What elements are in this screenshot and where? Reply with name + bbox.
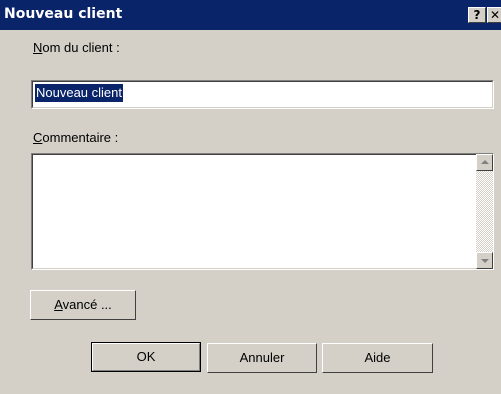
comment-label: Commentaire : — [33, 130, 119, 145]
cancel-button[interactable]: Annuler — [207, 343, 317, 373]
advanced-button[interactable]: Avancé ... — [30, 290, 136, 320]
close-title-button[interactable]: ✕ — [487, 7, 501, 23]
name-input-value: Nouveau client — [35, 84, 123, 102]
close-icon: ✕ — [489, 8, 501, 22]
window-title: Nouveau client — [4, 6, 123, 22]
scroll-down-arrow-icon — [481, 259, 489, 263]
comment-textarea[interactable] — [31, 153, 494, 270]
help-title-button[interactable]: ? — [468, 7, 486, 23]
name-input[interactable]: Nouveau client — [31, 80, 494, 109]
comment-scrollbar[interactable] — [476, 154, 493, 269]
help-button[interactable]: Aide — [322, 343, 433, 373]
ok-button[interactable]: OK — [91, 342, 201, 372]
scroll-up-button[interactable] — [476, 154, 493, 171]
name-label: Nom du client : — [33, 40, 120, 55]
scroll-down-button[interactable] — [476, 252, 493, 269]
title-bar[interactable]: Nouveau client ? ✕ — [0, 0, 501, 30]
dialog-window: Nouveau client ? ✕ Nom du client : Nouve… — [0, 0, 501, 394]
scroll-up-arrow-icon — [481, 160, 489, 164]
